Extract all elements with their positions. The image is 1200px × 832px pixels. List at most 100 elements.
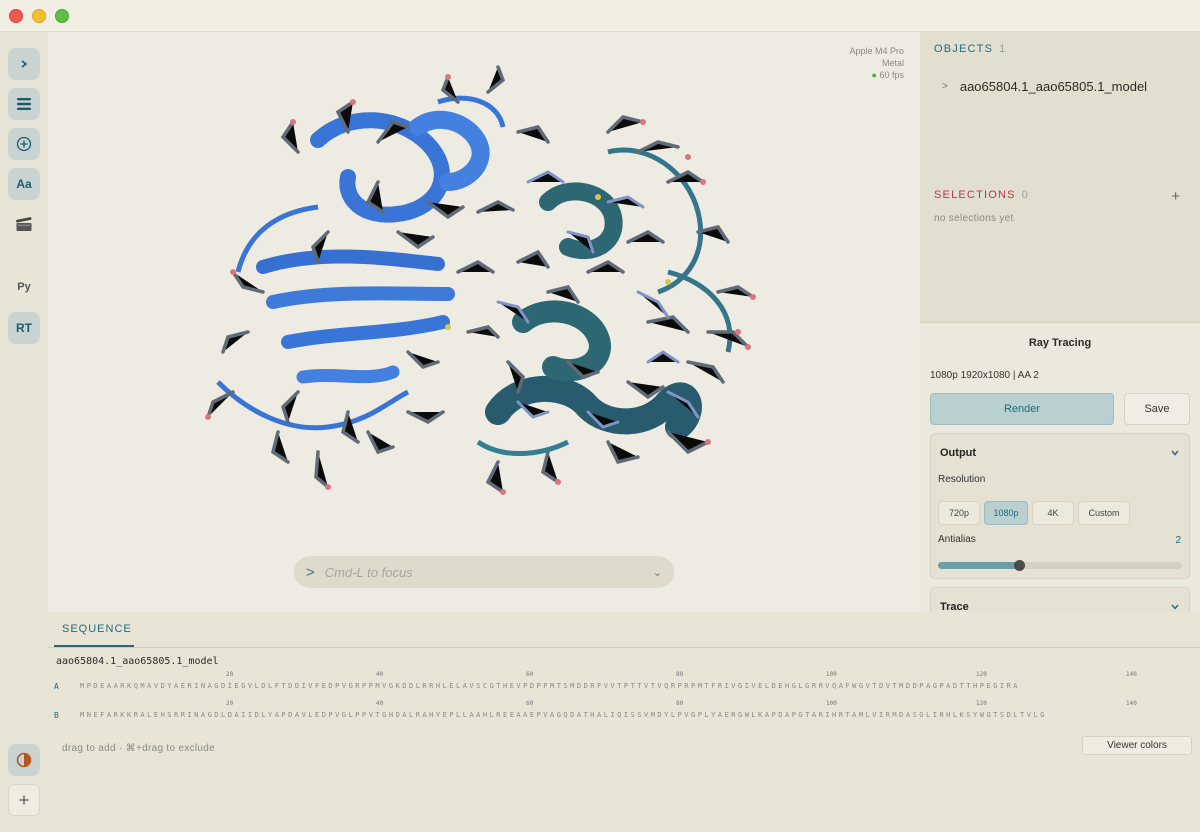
clapperboard-icon: [16, 217, 32, 231]
sequence-hint: drag to add · ⌘+drag to exclude: [62, 743, 216, 754]
text-labels-button[interactable]: Aa: [8, 168, 40, 200]
collapse-chevron-icon[interactable]: [1171, 602, 1179, 612]
collapse-chevron-icon[interactable]: [1171, 448, 1179, 458]
objects-title: OBJECTS 1: [934, 43, 1005, 55]
chain-a-sheet: [296, 365, 400, 384]
ruler-tick-label: 100: [826, 700, 837, 707]
layers-button[interactable]: [8, 88, 40, 120]
resolution-4k-button[interactable]: 4K: [1032, 501, 1074, 525]
resolution-custom-button[interactable]: Custom: [1078, 501, 1130, 525]
ruler-tick-label: 60: [526, 671, 534, 678]
add-panel-button[interactable]: [8, 784, 40, 816]
left-toolbar: Aa Py RT: [0, 32, 48, 832]
movie-button[interactable]: [8, 208, 40, 240]
object-item[interactable]: > aao65804.1_aao65805.1_model: [942, 79, 1147, 94]
add-selection-button[interactable]: +: [1171, 188, 1180, 205]
tab-sequence[interactable]: SEQUENCE: [62, 623, 132, 635]
ray-tracing-label: RT: [16, 321, 32, 335]
chain-a-sequence[interactable]: MPDEAARKQMAVDYAERINAGDIEGVLDLFTDDIVFEDPV…: [80, 682, 1170, 690]
objects-section: OBJECTS 1 > aao65804.1_aao65805.1_model S…: [920, 32, 1200, 322]
ruler-tick-label: 60: [526, 700, 534, 707]
ray-tracing-panel: Ray Tracing 1080p 1920x1080 | AA 2 Rende…: [920, 322, 1200, 612]
output-title: Output: [940, 447, 977, 459]
minimize-window-button[interactable]: [32, 9, 46, 23]
ruler-tick-label: 120: [976, 700, 987, 707]
sequence-panel: SEQUENCE aao65804.1_aao65805.1_model 20 4…: [48, 612, 1200, 832]
text-labels-label: Aa: [16, 177, 32, 191]
chevron-right-icon: [21, 60, 28, 68]
right-panel: OBJECTS 1 > aao65804.1_aao65805.1_model S…: [920, 32, 1200, 612]
maximize-window-button[interactable]: [55, 9, 69, 23]
render-settings-summary: 1080p 1920x1080 | AA 2: [930, 370, 1039, 381]
ruler-tick-label: 80: [676, 700, 684, 707]
chain-a-sheet: [266, 286, 455, 309]
expand-chevron-icon[interactable]: >: [942, 81, 948, 92]
antialias-slider[interactable]: [938, 560, 1182, 571]
gpu-name: Apple M4 Pro: [849, 46, 904, 56]
object-name: aao65804.1_aao65805.1_model: [959, 79, 1148, 94]
ruler-tick-label: 40: [376, 671, 384, 678]
chain-b-label: B: [54, 711, 59, 720]
ruler-tick-label: 40: [376, 700, 384, 707]
resolution-1080p-button[interactable]: 1080p: [984, 501, 1028, 525]
fps-status-dot: ●: [871, 70, 877, 80]
selections-title-label: SELECTIONS: [934, 189, 1016, 201]
ruler-tick-label: 100: [826, 671, 837, 678]
antialias-slider-fill: [938, 562, 1019, 569]
save-button[interactable]: Save: [1124, 393, 1190, 425]
antialias-value: 2: [1175, 535, 1181, 546]
objects-title-label: OBJECTS: [934, 43, 994, 55]
molecular-viewport[interactable]: Apple M4 Pro Metal ● 60 fps > ⌄: [48, 32, 920, 612]
resolution-label: Resolution: [938, 474, 986, 485]
ray-tracing-button[interactable]: RT: [8, 312, 40, 344]
fps-value: 60 fps: [879, 70, 904, 80]
close-window-button[interactable]: [9, 9, 23, 23]
gpu-api: Metal: [881, 58, 904, 68]
python-console-button[interactable]: Py: [8, 271, 40, 303]
ruler-tick-label: 120: [976, 671, 987, 678]
gpu-info: Apple M4 Pro Metal ● 60 fps: [849, 45, 904, 81]
command-bar[interactable]: > ⌄: [294, 556, 674, 588]
chain-b-loop: [476, 439, 570, 457]
chain-a-sheet: [256, 249, 445, 274]
theme-toggle-button[interactable]: [8, 744, 40, 776]
chain-b-helix: [512, 300, 611, 382]
title-bar: [0, 0, 1200, 32]
plus-icon: [19, 795, 29, 805]
fps-readout: ● 60 fps: [849, 69, 904, 81]
prompt-chevron-icon: >: [306, 563, 315, 581]
output-section: Output Resolution 720p 1080p 4K Custom A…: [930, 433, 1190, 579]
ruler-tick-label: 20: [226, 700, 234, 707]
plus-circle-icon: [16, 136, 32, 152]
antialias-label: Antialias: [938, 534, 976, 545]
no-selections-text: no selections yet: [934, 213, 1014, 224]
divider: [48, 647, 1200, 648]
chain-b-sequence[interactable]: MNEFARKKRALEHSRRINAGDLDAIIDLYAPDAVLEDPVG…: [80, 711, 1170, 719]
ray-tracing-title: Ray Tracing: [1028, 337, 1092, 349]
ruler-tick-label: 140: [1126, 671, 1137, 678]
trace-title: Trace: [940, 601, 969, 612]
resolution-720p-button[interactable]: 720p: [938, 501, 980, 525]
chain-a-label: A: [54, 682, 59, 691]
ruler-tick-label: 80: [676, 671, 684, 678]
selections-count: 0: [1021, 189, 1028, 201]
python-label: Py: [17, 281, 31, 293]
viewer-colors-button[interactable]: Viewer colors: [1082, 736, 1192, 755]
antialias-slider-handle[interactable]: [1013, 560, 1025, 571]
ruler-tick-label: 140: [1126, 700, 1137, 707]
menu-icon: [17, 98, 31, 110]
protein-structure-render[interactable]: [48, 32, 920, 612]
expand-panel-button[interactable]: [8, 48, 40, 80]
objects-count: 1: [999, 43, 1006, 55]
selections-title: SELECTIONS 0: [934, 189, 1028, 201]
command-input[interactable]: [324, 564, 653, 580]
ruler-tick-label: 20: [226, 671, 234, 678]
chain-a-loop: [216, 380, 410, 431]
render-button[interactable]: Render: [930, 393, 1114, 425]
add-object-button[interactable]: [8, 128, 40, 160]
contrast-icon: [16, 752, 32, 768]
chevron-down-icon[interactable]: ⌄: [653, 566, 662, 579]
sequence-model-name: aao65804.1_aao65805.1_model: [56, 656, 219, 667]
trace-section: Trace: [930, 587, 1190, 612]
chain-a-sheet: [281, 315, 450, 349]
